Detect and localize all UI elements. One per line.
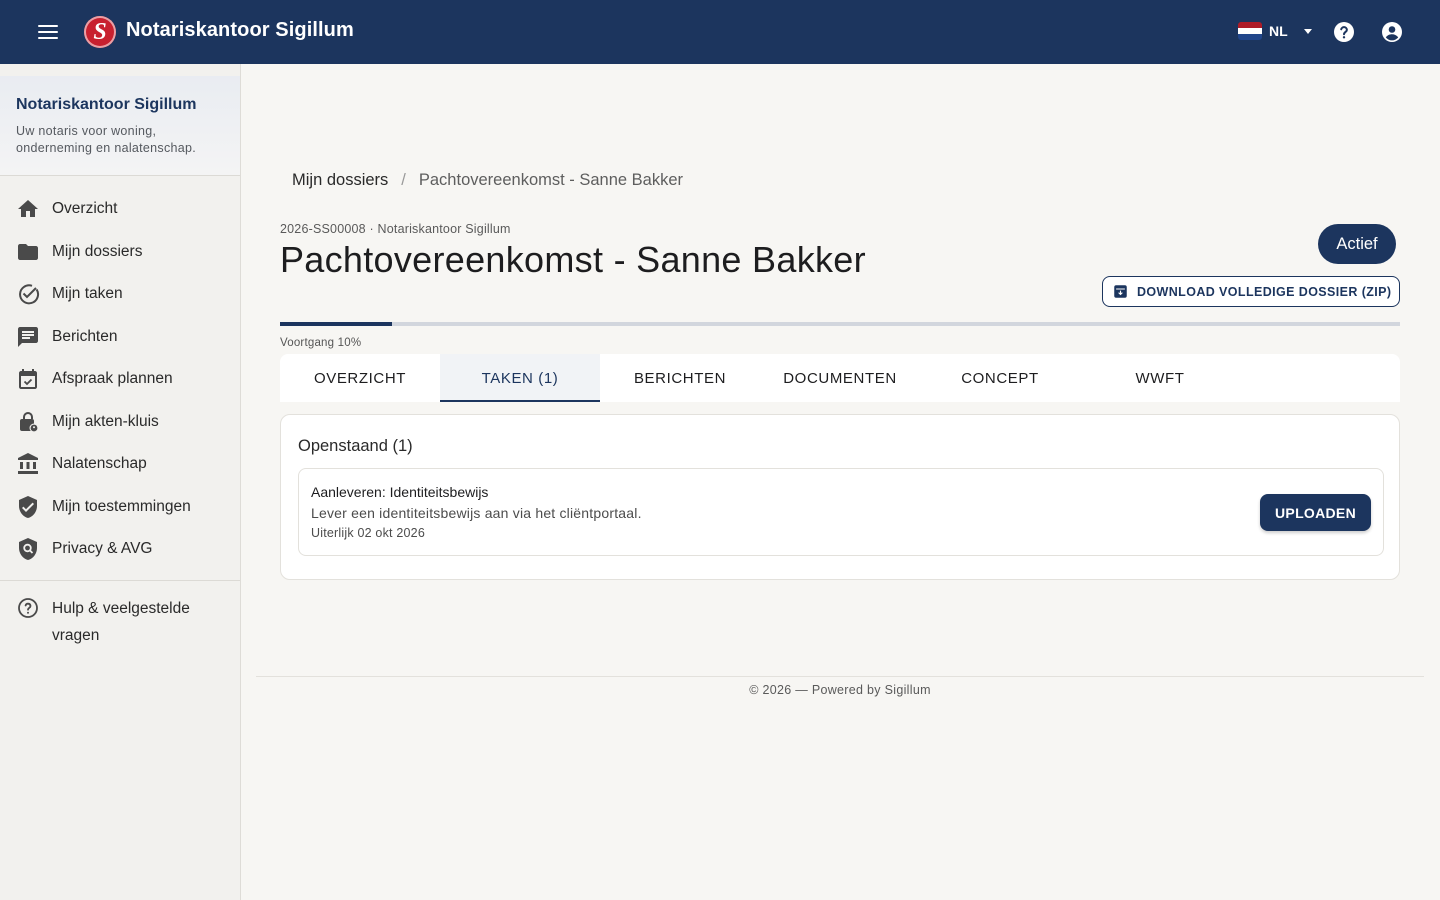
help-icon[interactable] (1332, 20, 1356, 44)
upload-button[interactable]: UPLOADEN (1260, 494, 1371, 531)
tab-wwft[interactable]: WWFT (1080, 354, 1240, 402)
divider (0, 580, 240, 581)
language-selector[interactable]: NL (1238, 22, 1312, 40)
sidebar-item-help[interactable]: Hulp & veelgestelde vragen (16, 596, 222, 649)
sidebar-item-afspraak-plannen[interactable]: Afspraak plannen (0, 358, 240, 401)
sidebar-item-overzicht[interactable]: Overzicht (0, 188, 240, 231)
download-dossier-button[interactable]: DOWNLOAD VOLLEDIGE DOSSIER (ZIP) (1102, 276, 1400, 307)
sidebar-item-label: Hulp & veelgestelde vragen (52, 600, 190, 644)
case-meta: 2026-SS00008 · Notariskantoor Sigillum (280, 222, 511, 236)
sidebar-item-mijn-dossiers[interactable]: Mijn dossiers (0, 231, 240, 274)
footer-divider (256, 676, 1424, 677)
message-icon (18, 326, 38, 347)
breadcrumb-separator: / (401, 171, 406, 189)
sidebar-tagline: Uw notaris voor woning, onderneming en n… (16, 124, 197, 155)
sidebar-item-berichten[interactable]: Berichten (0, 316, 240, 359)
download-dossier-label: DOWNLOAD VOLLEDIGE DOSSIER (ZIP) (1137, 284, 1392, 299)
calendar-check-icon (19, 369, 37, 390)
sidebar-item-toestemmingen[interactable]: Mijn toestemmingen (0, 486, 240, 529)
progress-bar-fill (280, 322, 392, 326)
chevron-down-icon (1303, 28, 1312, 34)
home-icon (18, 200, 38, 218)
task-due-date: Uiterlijk 02 okt 2026 (311, 526, 425, 540)
progress-label: Voortgang 10% (280, 337, 362, 349)
sidebar-nav: Overzicht Mijn dossiers Mijn taken Beric… (0, 188, 240, 571)
tab-overzicht[interactable]: OVERZICHT (280, 354, 440, 402)
task-description: Lever een identiteitsbewijs aan via het … (311, 505, 642, 521)
tab-concept[interactable]: CONCEPT (920, 354, 1080, 402)
sidebar-item-nalatenschap[interactable]: Nalatenschap (0, 443, 240, 486)
tasks-card: Openstaand (1) Aanleveren: Identiteitsbe… (280, 414, 1400, 580)
breadcrumb-link-mijn-dossiers[interactable]: Mijn dossiers (292, 171, 388, 190)
page-title: Pachtovereenkomst - Sanne Bakker (280, 239, 866, 280)
app-title: Notariskantoor Sigillum (126, 19, 354, 41)
sidebar: Notariskantoor Sigillum Uw notaris voor … (0, 64, 241, 900)
sidebar-header: Notariskantoor Sigillum Uw notaris voor … (0, 76, 240, 176)
tab-taken[interactable]: TAKEN (1) (440, 354, 600, 402)
check-circle-icon (19, 284, 40, 305)
shield-check-icon (19, 495, 37, 518)
breadcrumb: Mijn dossiers / Pachtovereenkomst - Sann… (292, 171, 683, 190)
language-code: NL (1269, 23, 1288, 39)
status-badge: Actief (1318, 224, 1396, 264)
folder-icon (18, 243, 38, 260)
sidebar-item-label: Mijn toestemmingen (52, 497, 191, 515)
sidebar-item-label: Overzicht (52, 200, 118, 218)
task-item: Aanleveren: Identiteitsbewijs Lever een … (298, 468, 1384, 556)
sidebar-item-label: Nalatenschap (52, 455, 147, 473)
tab-bar: OVERZICHT TAKEN (1) BERICHTEN DOCUMENTEN… (280, 354, 1400, 402)
sidebar-item-label: Privacy & AVG (52, 540, 153, 558)
account-icon[interactable] (1380, 20, 1404, 44)
tab-documenten[interactable]: DOCUMENTEN (760, 354, 920, 402)
lock-icon (20, 411, 39, 433)
tasks-section-title: Openstaand (1) (298, 437, 413, 455)
app-bar: S Notariskantoor Sigillum NL (0, 0, 1440, 64)
task-title: Aanleveren: Identiteitsbewijs (311, 484, 489, 500)
netherlands-flag-icon (1238, 22, 1262, 40)
sidebar-item-label: Mijn taken (52, 285, 123, 303)
sidebar-item-label: Afspraak plannen (52, 370, 173, 388)
sidebar-item-privacy[interactable]: Privacy & AVG (0, 528, 240, 571)
sidebar-item-label: Berichten (52, 327, 118, 345)
sidebar-item-mijn-taken[interactable]: Mijn taken (0, 273, 240, 316)
sidebar-item-label: Mijn akten-kluis (52, 412, 159, 430)
help-circle-icon (18, 598, 38, 618)
breadcrumb-current: Pachtovereenkomst - Sanne Bakker (418, 171, 684, 189)
sidebar-item-label: Mijn dossiers (52, 242, 143, 260)
logo: S (84, 16, 116, 48)
menu-icon[interactable] (36, 20, 60, 44)
footer-text: © 2026 — Powered by Sigillum (749, 683, 931, 697)
sidebar-item-akten-kluis[interactable]: Mijn akten-kluis (0, 401, 240, 444)
shield-search-icon (19, 538, 37, 561)
tab-berichten[interactable]: BERICHTEN (600, 354, 760, 402)
sidebar-firm-name: Notariskantoor Sigillum (16, 96, 197, 113)
progress-bar (280, 322, 1400, 326)
bank-icon (18, 453, 38, 475)
archive-download-icon (1114, 285, 1127, 298)
